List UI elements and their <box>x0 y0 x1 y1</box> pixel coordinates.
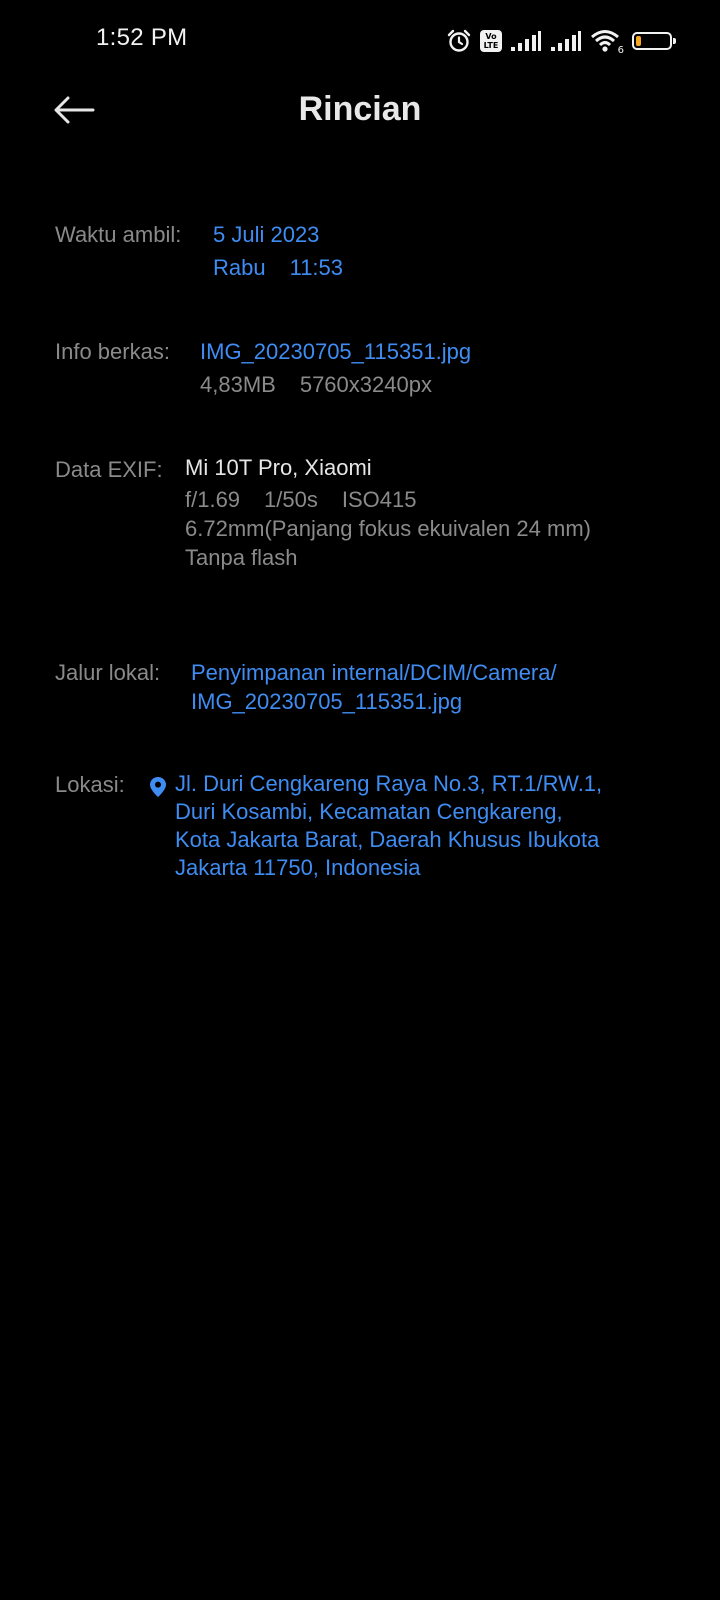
resolution-value: 5760x3240px <box>299 372 432 397</box>
file-meta-value: 4,83MB 5760x3240px <box>200 368 471 401</box>
focal-length-value: 6.72mm(Panjang fokus ekuivalen 24 mm) <box>185 516 591 541</box>
detail-label: Waktu ambil: <box>55 222 182 247</box>
page-title: Rincian <box>298 90 422 128</box>
detail-row-jalur-lokal: Jalur lokal: Penyimpanan internal/DCIM/C… <box>55 658 680 716</box>
path-line-2[interactable]: IMG_20230705_115351.jpg <box>191 687 557 716</box>
volte-icon: Vo LTE <box>480 30 502 52</box>
camera-settings-value: f/1.69 1/50s ISO415 <box>185 485 591 514</box>
status-icons: Vo LTE 6 <box>446 24 676 58</box>
detail-label: Jalur lokal: <box>55 660 161 685</box>
address-line-2: Duri Kosambi, Kecamatan Cengkareng, <box>175 799 563 824</box>
battery-level <box>636 36 641 46</box>
status-time: 1:52 PM <box>96 24 188 51</box>
detail-row-info-berkas: Info berkas: IMG_20230705_115351.jpg 4,8… <box>55 337 680 401</box>
time-value: 11:53 <box>289 255 344 280</box>
shutter-value: 1/50s <box>264 487 318 512</box>
date-value[interactable]: 5 Juli 2023 <box>213 218 343 251</box>
day-value: Rabu <box>213 255 266 280</box>
alarm-icon <box>446 28 472 54</box>
filename-value[interactable]: IMG_20230705_115351.jpg <box>200 335 471 368</box>
iso-value: ISO415 <box>341 487 417 512</box>
path-line-1[interactable]: Penyimpanan internal/DCIM/Camera/ <box>191 658 557 687</box>
battery-icon <box>632 32 676 50</box>
signal-strength-icon-2 <box>550 30 582 52</box>
detail-values[interactable]: Penyimpanan internal/DCIM/Camera/ IMG_20… <box>191 658 557 716</box>
device-value: Mi 10T Pro, Xiaomi <box>185 455 372 480</box>
detail-values: 5 Juli 2023 Rabu 11:53 <box>213 218 343 284</box>
address-line-4: Jakarta 11750, Indonesia <box>175 855 421 880</box>
detail-values: IMG_20230705_115351.jpg 4,83MB 5760x3240p… <box>200 335 471 401</box>
location-address[interactable]: Jl. Duri Cengkareng Raya No.3, RT.1/RW.1… <box>175 770 602 882</box>
file-size-value: 4,83MB <box>200 372 276 397</box>
day-time-value[interactable]: Rabu 11:53 <box>213 251 343 284</box>
signal-strength-icon <box>510 30 542 52</box>
detail-values: Mi 10T Pro, Xiaomi f/1.69 1/50s ISO415 6.7… <box>185 453 591 572</box>
flash-value: Tanpa flash <box>185 545 298 570</box>
address-line-1: Jl. Duri Cengkareng Raya No.3, RT.1/RW.1… <box>175 771 603 796</box>
detail-label: Data EXIF: <box>55 457 163 482</box>
address-line-3: Kota Jakarta Barat, Daerah Khusus Ibukot… <box>175 827 600 852</box>
aperture-value: f/1.69 <box>185 487 241 512</box>
detail-row-waktu-ambil: Waktu ambil: 5 Juli 2023 Rabu 11:53 <box>55 220 680 284</box>
wifi-badge: 6 <box>617 45 624 56</box>
volte-bottom-text: LTE <box>483 41 499 50</box>
detail-label: Info berkas: <box>55 339 170 364</box>
wifi-icon: 6 <box>590 28 624 56</box>
detail-row-data-exif: Data EXIF: Mi 10T Pro, Xiaomi f/1.69 1/50… <box>55 455 680 572</box>
location-pin-icon <box>150 770 168 882</box>
volte-top-text: Vo <box>485 32 497 41</box>
detail-row-lokasi: Lokasi: Jl. Duri Cengkareng Raya No.3, R… <box>55 770 680 882</box>
detail-label: Lokasi: <box>55 772 125 797</box>
status-bar: 1:52 PM Vo LTE 6 <box>0 0 720 80</box>
